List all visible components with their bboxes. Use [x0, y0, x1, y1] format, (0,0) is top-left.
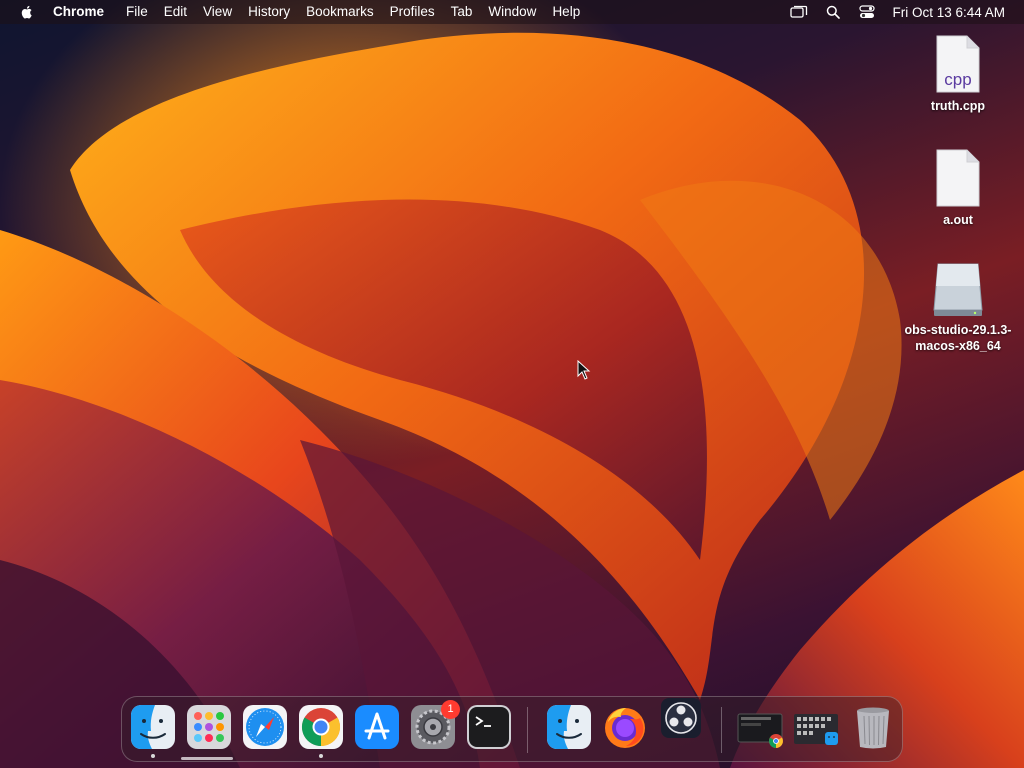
desktop-icon-a-out[interactable]: a.out [898, 148, 1018, 228]
dock-separator [721, 707, 722, 753]
dock-chrome[interactable] [298, 704, 344, 758]
dock-firefox[interactable] [602, 704, 648, 750]
menu-history[interactable]: History [240, 0, 298, 24]
running-indicator [319, 754, 323, 758]
chrome-icon [299, 705, 343, 749]
dock-separator [527, 707, 528, 753]
applications-stack-icon [794, 714, 838, 745]
dock-hover-indicator [181, 757, 233, 760]
notification-badge: 1 [441, 700, 460, 719]
running-indicator [151, 754, 155, 758]
desktop-icon-obs-dmg[interactable]: obs-studio-29.1.3-macos-x86_64 [898, 258, 1018, 354]
dock: 1 [121, 696, 903, 762]
mouse-pointer-icon [577, 359, 591, 385]
desktop-icon-truth-cpp[interactable]: cpp truth.cpp [898, 34, 1018, 114]
menu-tab[interactable]: Tab [443, 0, 481, 24]
dock-app-store[interactable] [354, 704, 400, 750]
control-center-icon[interactable] [858, 3, 876, 21]
dock-downloads-stack[interactable] [736, 704, 786, 750]
desktop-icon-label: a.out [943, 213, 973, 227]
dock-applications-stack[interactable] [792, 704, 842, 750]
cpp-file-icon-text: cpp [944, 70, 972, 89]
menu-help[interactable]: Help [544, 0, 588, 24]
dock-system-settings[interactable]: 1 [410, 700, 460, 750]
apple-menu-icon[interactable] [19, 4, 35, 20]
menu-app-name[interactable]: Chrome [53, 0, 112, 24]
menu-edit[interactable]: Edit [156, 0, 195, 24]
firefox-icon [605, 708, 645, 748]
trash-icon [857, 707, 889, 749]
spotlight-search-icon[interactable] [824, 3, 842, 21]
dock-finder[interactable] [130, 704, 176, 758]
menu-profiles[interactable]: Profiles [382, 0, 443, 24]
screen-mirroring-icon[interactable] [790, 3, 808, 21]
downloads-stack-icon [737, 713, 783, 748]
menu-view[interactable]: View [195, 0, 240, 24]
dock-trash[interactable] [850, 704, 896, 750]
finder-icon [547, 705, 591, 749]
desktop-icon-label: obs-studio-29.1.3-macos-x86_64 [904, 323, 1012, 353]
obs-icon [661, 698, 701, 738]
dock-recent-finder[interactable] [546, 704, 592, 750]
safari-icon [243, 705, 287, 749]
menu-bar: Chrome File Edit View History Bookmarks … [0, 0, 1024, 24]
menu-bar-clock[interactable]: Fri Oct 13 6:44 AM [892, 5, 1005, 20]
menu-bar-status-area: Fri Oct 13 6:44 AM [782, 0, 1024, 24]
menu-bookmarks[interactable]: Bookmarks [298, 0, 382, 24]
desktop-wallpaper [0, 0, 1024, 768]
dock-terminal[interactable] [466, 704, 512, 750]
blank-file-icon [935, 148, 981, 208]
terminal-icon [467, 705, 511, 749]
app-store-icon [355, 705, 399, 749]
desktop-icon-label: truth.cpp [930, 99, 986, 113]
dock-safari[interactable] [242, 704, 288, 750]
disk-image-icon [933, 258, 983, 318]
finder-icon [131, 705, 175, 749]
cpp-file-icon: cpp [935, 34, 981, 94]
launchpad-icon [187, 705, 231, 749]
dock-obs[interactable] [658, 697, 704, 743]
menu-file[interactable]: File [118, 0, 156, 24]
menu-window[interactable]: Window [480, 0, 544, 24]
dock-launchpad[interactable] [186, 704, 232, 750]
